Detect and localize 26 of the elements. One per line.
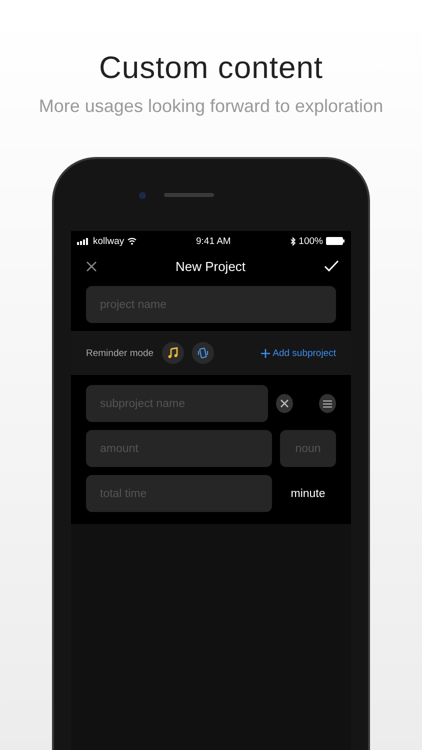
vibrating-phone-icon: [196, 347, 209, 359]
menu-button[interactable]: [319, 394, 336, 413]
music-note-icon: [166, 347, 179, 359]
battery-icon: [326, 237, 345, 245]
add-subproject-link[interactable]: Add subproject: [260, 348, 336, 358]
close-icon[interactable]: [86, 260, 97, 272]
battery-percentage: 100%: [298, 236, 323, 246]
time-unit: minute: [290, 488, 326, 500]
clock: 9:41 AM: [196, 236, 231, 246]
bluetooth-icon: [290, 236, 296, 246]
signal-icon: [77, 238, 90, 244]
screen-title: New Project: [175, 258, 246, 274]
headline: Custom content: [98, 50, 324, 86]
reminder-label: Reminder mode: [86, 348, 154, 358]
delete-button[interactable]: [276, 394, 293, 413]
subtitle: More usages looking forward to exploration: [38, 96, 384, 117]
speaker-icon: [164, 193, 214, 197]
plus-icon: [260, 348, 270, 358]
music-note-button[interactable]: [162, 342, 184, 364]
carrier-name: kollway: [93, 236, 124, 246]
wifi-icon: [127, 237, 138, 245]
menu-icon: [323, 400, 332, 408]
camera-icon: [138, 192, 146, 198]
checkmark-icon[interactable]: [324, 260, 339, 272]
vibrate-phone-button[interactable]: [192, 342, 214, 364]
close-icon: [280, 399, 289, 408]
